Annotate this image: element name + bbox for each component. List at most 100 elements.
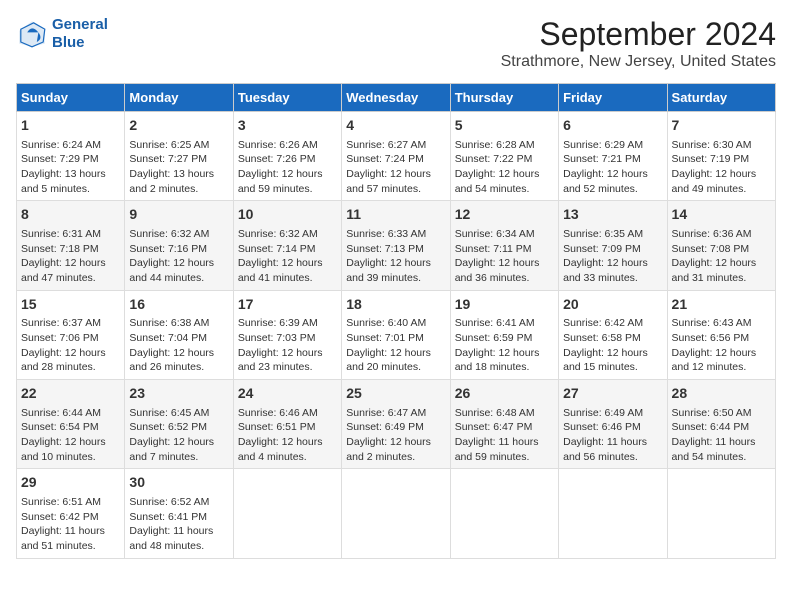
day-number: 25 <box>346 384 445 404</box>
day-info: Sunrise: 6:44 AM Sunset: 6:54 PM Dayligh… <box>21 406 120 465</box>
day-number: 29 <box>21 473 120 493</box>
week-row-3: 15Sunrise: 6:37 AM Sunset: 7:06 PM Dayli… <box>17 290 776 379</box>
day-number: 11 <box>346 205 445 225</box>
day-number: 9 <box>129 205 228 225</box>
day-number: 3 <box>238 116 337 136</box>
day-info: Sunrise: 6:47 AM Sunset: 6:49 PM Dayligh… <box>346 406 445 465</box>
week-row-4: 22Sunrise: 6:44 AM Sunset: 6:54 PM Dayli… <box>17 380 776 469</box>
calendar-cell: 19Sunrise: 6:41 AM Sunset: 6:59 PM Dayli… <box>450 290 558 379</box>
calendar-cell <box>450 469 558 558</box>
calendar-cell: 28Sunrise: 6:50 AM Sunset: 6:44 PM Dayli… <box>667 380 775 469</box>
day-number: 15 <box>21 295 120 315</box>
day-info: Sunrise: 6:51 AM Sunset: 6:42 PM Dayligh… <box>21 495 120 554</box>
column-header-thursday: Thursday <box>450 84 558 112</box>
day-info: Sunrise: 6:34 AM Sunset: 7:11 PM Dayligh… <box>455 227 554 286</box>
day-info: Sunrise: 6:46 AM Sunset: 6:51 PM Dayligh… <box>238 406 337 465</box>
calendar-cell: 4Sunrise: 6:27 AM Sunset: 7:24 PM Daylig… <box>342 112 450 201</box>
calendar-cell: 26Sunrise: 6:48 AM Sunset: 6:47 PM Dayli… <box>450 380 558 469</box>
calendar-cell: 30Sunrise: 6:52 AM Sunset: 6:41 PM Dayli… <box>125 469 233 558</box>
calendar-cell: 13Sunrise: 6:35 AM Sunset: 7:09 PM Dayli… <box>559 201 667 290</box>
day-info: Sunrise: 6:41 AM Sunset: 6:59 PM Dayligh… <box>455 316 554 375</box>
calendar-table: SundayMondayTuesdayWednesdayThursdayFrid… <box>16 83 776 559</box>
day-info: Sunrise: 6:50 AM Sunset: 6:44 PM Dayligh… <box>672 406 771 465</box>
day-info: Sunrise: 6:32 AM Sunset: 7:16 PM Dayligh… <box>129 227 228 286</box>
day-info: Sunrise: 6:27 AM Sunset: 7:24 PM Dayligh… <box>346 138 445 197</box>
page-header: General Blue September 2024 Strathmore, … <box>16 16 776 71</box>
column-header-tuesday: Tuesday <box>233 84 341 112</box>
day-number: 22 <box>21 384 120 404</box>
day-info: Sunrise: 6:38 AM Sunset: 7:04 PM Dayligh… <box>129 316 228 375</box>
day-info: Sunrise: 6:49 AM Sunset: 6:46 PM Dayligh… <box>563 406 662 465</box>
calendar-cell: 15Sunrise: 6:37 AM Sunset: 7:06 PM Dayli… <box>17 290 125 379</box>
week-row-2: 8Sunrise: 6:31 AM Sunset: 7:18 PM Daylig… <box>17 201 776 290</box>
column-header-monday: Monday <box>125 84 233 112</box>
day-info: Sunrise: 6:43 AM Sunset: 6:56 PM Dayligh… <box>672 316 771 375</box>
calendar-cell <box>233 469 341 558</box>
day-number: 19 <box>455 295 554 315</box>
day-number: 7 <box>672 116 771 136</box>
calendar-cell: 1Sunrise: 6:24 AM Sunset: 7:29 PM Daylig… <box>17 112 125 201</box>
day-number: 16 <box>129 295 228 315</box>
day-number: 18 <box>346 295 445 315</box>
day-number: 1 <box>21 116 120 136</box>
calendar-cell: 2Sunrise: 6:25 AM Sunset: 7:27 PM Daylig… <box>125 112 233 201</box>
calendar-cell: 29Sunrise: 6:51 AM Sunset: 6:42 PM Dayli… <box>17 469 125 558</box>
calendar-cell: 25Sunrise: 6:47 AM Sunset: 6:49 PM Dayli… <box>342 380 450 469</box>
calendar-cell: 18Sunrise: 6:40 AM Sunset: 7:01 PM Dayli… <box>342 290 450 379</box>
day-info: Sunrise: 6:30 AM Sunset: 7:19 PM Dayligh… <box>672 138 771 197</box>
calendar-cell: 5Sunrise: 6:28 AM Sunset: 7:22 PM Daylig… <box>450 112 558 201</box>
day-number: 5 <box>455 116 554 136</box>
calendar-cell: 24Sunrise: 6:46 AM Sunset: 6:51 PM Dayli… <box>233 380 341 469</box>
day-info: Sunrise: 6:26 AM Sunset: 7:26 PM Dayligh… <box>238 138 337 197</box>
calendar-cell <box>559 469 667 558</box>
day-number: 2 <box>129 116 228 136</box>
header-row: SundayMondayTuesdayWednesdayThursdayFrid… <box>17 84 776 112</box>
day-info: Sunrise: 6:40 AM Sunset: 7:01 PM Dayligh… <box>346 316 445 375</box>
day-number: 13 <box>563 205 662 225</box>
calendar-subtitle: Strathmore, New Jersey, United States <box>501 53 776 71</box>
day-number: 10 <box>238 205 337 225</box>
calendar-cell: 22Sunrise: 6:44 AM Sunset: 6:54 PM Dayli… <box>17 380 125 469</box>
week-row-1: 1Sunrise: 6:24 AM Sunset: 7:29 PM Daylig… <box>17 112 776 201</box>
day-number: 28 <box>672 384 771 404</box>
calendar-cell: 9Sunrise: 6:32 AM Sunset: 7:16 PM Daylig… <box>125 201 233 290</box>
calendar-cell: 10Sunrise: 6:32 AM Sunset: 7:14 PM Dayli… <box>233 201 341 290</box>
calendar-cell: 20Sunrise: 6:42 AM Sunset: 6:58 PM Dayli… <box>559 290 667 379</box>
day-info: Sunrise: 6:29 AM Sunset: 7:21 PM Dayligh… <box>563 138 662 197</box>
title-block: September 2024 Strathmore, New Jersey, U… <box>501 16 776 71</box>
day-number: 12 <box>455 205 554 225</box>
calendar-cell: 14Sunrise: 6:36 AM Sunset: 7:08 PM Dayli… <box>667 201 775 290</box>
day-info: Sunrise: 6:48 AM Sunset: 6:47 PM Dayligh… <box>455 406 554 465</box>
day-info: Sunrise: 6:37 AM Sunset: 7:06 PM Dayligh… <box>21 316 120 375</box>
calendar-title: September 2024 <box>501 16 776 53</box>
week-row-5: 29Sunrise: 6:51 AM Sunset: 6:42 PM Dayli… <box>17 469 776 558</box>
column-header-friday: Friday <box>559 84 667 112</box>
logo-text: General Blue <box>52 16 108 52</box>
column-header-saturday: Saturday <box>667 84 775 112</box>
calendar-cell: 12Sunrise: 6:34 AM Sunset: 7:11 PM Dayli… <box>450 201 558 290</box>
day-number: 14 <box>672 205 771 225</box>
day-number: 17 <box>238 295 337 315</box>
day-info: Sunrise: 6:39 AM Sunset: 7:03 PM Dayligh… <box>238 316 337 375</box>
day-number: 30 <box>129 473 228 493</box>
day-number: 6 <box>563 116 662 136</box>
day-number: 23 <box>129 384 228 404</box>
day-info: Sunrise: 6:25 AM Sunset: 7:27 PM Dayligh… <box>129 138 228 197</box>
day-info: Sunrise: 6:35 AM Sunset: 7:09 PM Dayligh… <box>563 227 662 286</box>
day-info: Sunrise: 6:52 AM Sunset: 6:41 PM Dayligh… <box>129 495 228 554</box>
day-number: 21 <box>672 295 771 315</box>
calendar-cell: 6Sunrise: 6:29 AM Sunset: 7:21 PM Daylig… <box>559 112 667 201</box>
day-number: 27 <box>563 384 662 404</box>
column-header-wednesday: Wednesday <box>342 84 450 112</box>
calendar-cell: 23Sunrise: 6:45 AM Sunset: 6:52 PM Dayli… <box>125 380 233 469</box>
day-number: 4 <box>346 116 445 136</box>
day-info: Sunrise: 6:28 AM Sunset: 7:22 PM Dayligh… <box>455 138 554 197</box>
day-info: Sunrise: 6:36 AM Sunset: 7:08 PM Dayligh… <box>672 227 771 286</box>
column-header-sunday: Sunday <box>17 84 125 112</box>
day-info: Sunrise: 6:32 AM Sunset: 7:14 PM Dayligh… <box>238 227 337 286</box>
logo-icon <box>16 18 48 50</box>
calendar-cell: 17Sunrise: 6:39 AM Sunset: 7:03 PM Dayli… <box>233 290 341 379</box>
day-info: Sunrise: 6:45 AM Sunset: 6:52 PM Dayligh… <box>129 406 228 465</box>
day-number: 20 <box>563 295 662 315</box>
day-number: 26 <box>455 384 554 404</box>
